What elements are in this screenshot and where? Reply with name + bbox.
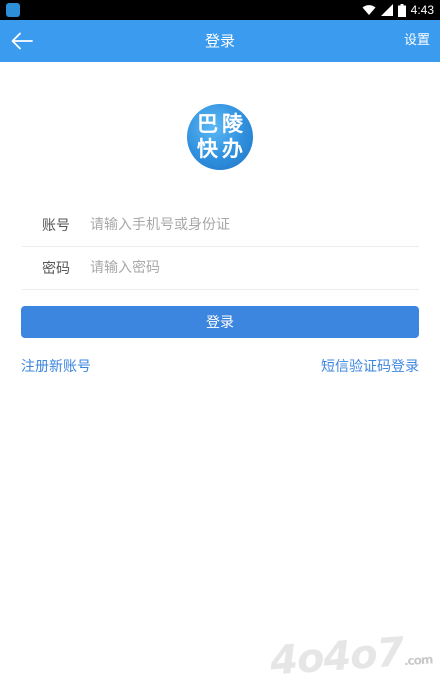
status-bar: 4:43 xyxy=(0,0,440,20)
password-row: 密码 xyxy=(22,246,419,290)
app-notification-icon xyxy=(6,3,20,17)
app-header: 登录 设置 xyxy=(0,20,440,62)
sms-login-link[interactable]: 短信验证码登录 xyxy=(321,356,419,376)
account-input[interactable] xyxy=(90,209,419,240)
watermark-text: 4o4o7 xyxy=(268,629,406,685)
status-time: 4:43 xyxy=(410,3,434,17)
logo-char: 陵 xyxy=(222,112,243,136)
settings-button[interactable]: 设置 xyxy=(404,20,430,62)
watermark: 4o4o7.com xyxy=(269,627,434,684)
battery-icon xyxy=(397,3,406,17)
register-link[interactable]: 注册新账号 xyxy=(21,356,91,376)
logo-char: 办 xyxy=(222,137,243,161)
password-label: 密码 xyxy=(42,260,70,277)
password-input[interactable] xyxy=(90,252,419,283)
app-logo: 巴 陵 快 办 xyxy=(187,104,253,170)
account-label: 账号 xyxy=(42,217,70,234)
wifi-icon xyxy=(362,5,376,15)
watermark-suffix: .com xyxy=(403,652,433,669)
status-icons: 4:43 xyxy=(362,0,434,20)
logo-char: 快 xyxy=(197,137,218,161)
page-title: 登录 xyxy=(204,32,235,50)
logo-char: 巴 xyxy=(197,112,218,136)
account-row: 账号 xyxy=(22,203,419,247)
signal-icon xyxy=(380,4,393,16)
login-button[interactable]: 登录 xyxy=(21,306,419,338)
